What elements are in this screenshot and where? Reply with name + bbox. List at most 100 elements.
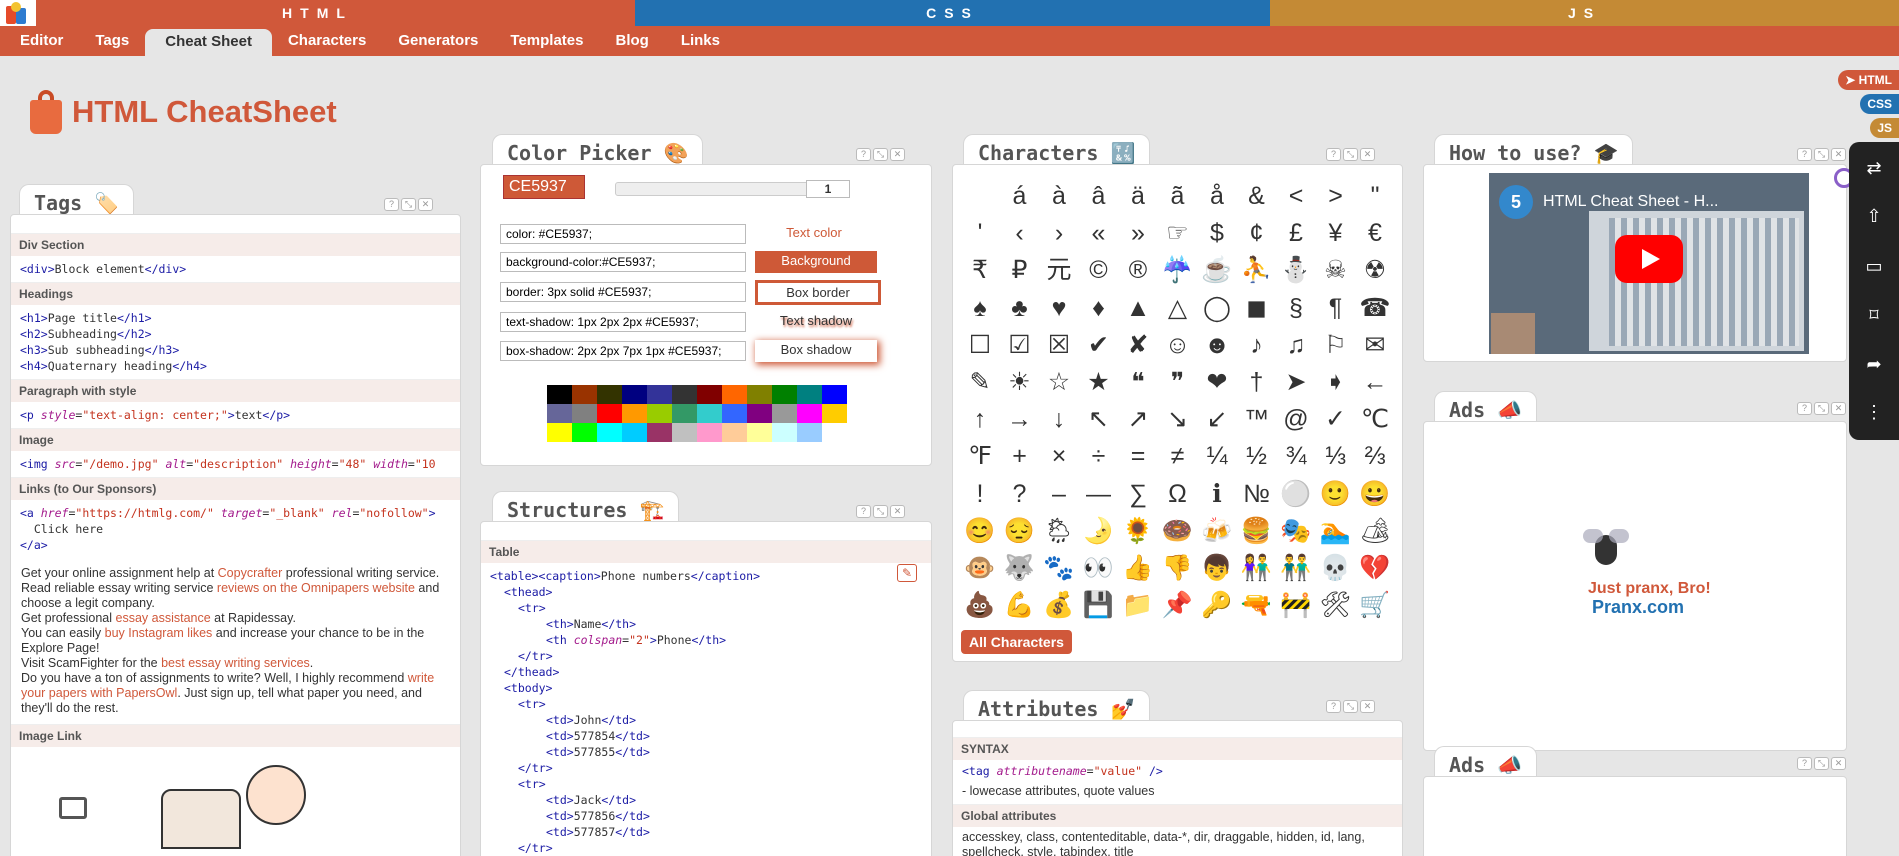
character-cell[interactable]: ℹ: [1197, 476, 1237, 512]
character-cell[interactable]: →: [1000, 401, 1040, 437]
color-swatch[interactable]: [697, 404, 722, 423]
expand-icon[interactable]: ⤡: [1814, 148, 1829, 161]
character-cell[interactable]: 🐾: [1039, 550, 1079, 586]
character-cell[interactable]: ✔: [1079, 327, 1119, 363]
color-swatch[interactable]: [647, 423, 672, 442]
character-cell[interactable]: ✘: [1118, 327, 1158, 363]
character-cell[interactable]: ≠: [1158, 438, 1198, 474]
nav-tags[interactable]: Tags: [79, 26, 145, 56]
character-cell[interactable]: ✓: [1316, 401, 1356, 437]
color-swatch[interactable]: [722, 404, 747, 423]
code-block-paragraph[interactable]: <p style="text-align: center;">text</p>: [11, 402, 460, 428]
close-icon[interactable]: ✕: [890, 148, 905, 161]
character-cell[interactable]: ": [1355, 178, 1395, 214]
color-swatch[interactable]: [772, 385, 797, 404]
character-cell[interactable]: ◼: [1237, 290, 1277, 326]
character-cell[interactable]: ←: [1355, 364, 1395, 400]
character-cell[interactable]: ?: [1000, 476, 1040, 512]
color-swatch[interactable]: [747, 385, 772, 404]
character-cell[interactable]: å: [1197, 178, 1237, 214]
color-swatch[interactable]: [672, 385, 697, 404]
character-cell[interactable]: ₹: [960, 252, 1000, 288]
character-cell[interactable]: ↑: [960, 401, 1000, 437]
character-cell[interactable]: 🎭: [1276, 513, 1316, 549]
upload-icon[interactable]: ⇧: [1864, 206, 1884, 226]
expand-icon[interactable]: ⤡: [1814, 757, 1829, 770]
character-cell[interactable]: !: [960, 476, 1000, 512]
color-swatch[interactable]: [772, 404, 797, 423]
character-cell[interactable]: 🛒: [1355, 587, 1395, 623]
expand-icon[interactable]: ⤡: [1343, 148, 1358, 161]
character-cell[interactable]: ⛄: [1276, 252, 1316, 288]
text-shadow-button[interactable]: Text shadow: [755, 311, 877, 333]
character-cell[interactable]: ↙: [1197, 401, 1237, 437]
color-swatch[interactable]: [822, 385, 847, 404]
youtube-video[interactable]: 5 HTML Cheat Sheet - H...: [1489, 173, 1809, 354]
character-cell[interactable]: 🔑: [1197, 587, 1237, 623]
character-cell[interactable]: á: [1000, 178, 1040, 214]
character-cell[interactable]: 👎: [1158, 550, 1198, 586]
code-block-div[interactable]: <div>Block element</div>: [11, 256, 460, 282]
border-code-input[interactable]: [500, 282, 746, 302]
character-cell[interactable]: №: [1237, 476, 1277, 512]
close-icon[interactable]: ✕: [1360, 148, 1375, 161]
character-cell[interactable]: ☆: [1039, 364, 1079, 400]
character-cell[interactable]: ♦: [1079, 290, 1119, 326]
color-swatch[interactable]: [622, 423, 647, 442]
character-cell[interactable]: ⛹: [1237, 252, 1277, 288]
attribute-syntax-code[interactable]: <tag attributename="value" />: [953, 760, 1402, 782]
character-cell[interactable]: ❝: [1118, 364, 1158, 400]
character-cell[interactable]: 📁: [1118, 587, 1158, 623]
fly-icon[interactable]: [1581, 525, 1631, 575]
character-cell[interactable]: ☔: [1158, 252, 1198, 288]
character-cell[interactable]: <: [1276, 178, 1316, 214]
js-section-link[interactable]: JS: [1270, 0, 1899, 26]
color-swatch[interactable]: [572, 404, 597, 423]
character-cell[interactable]: 🌻: [1118, 513, 1158, 549]
character-cell[interactable]: £: [1276, 215, 1316, 251]
character-cell[interactable]: ℉: [960, 438, 1000, 474]
css-tag-button[interactable]: CSS: [1860, 94, 1899, 114]
hex-color-field[interactable]: CE5937: [503, 175, 585, 199]
nav-generators[interactable]: Generators: [382, 26, 494, 56]
character-cell[interactable]: ¶: [1316, 290, 1356, 326]
character-cell[interactable]: 😊: [960, 513, 1000, 549]
sponsor-link[interactable]: best essay writing services: [161, 656, 310, 670]
color-swatch[interactable]: [822, 404, 847, 423]
html-tag-button[interactable]: ➤ HTML: [1838, 70, 1899, 90]
close-icon[interactable]: ✕: [1831, 757, 1846, 770]
character-cell[interactable]: —: [1079, 476, 1119, 512]
table-code-block[interactable]: <table><caption>Phone numbers</caption> <…: [481, 563, 931, 856]
character-cell[interactable]: 元: [1039, 252, 1079, 288]
css-section-link[interactable]: CSS: [635, 0, 1270, 26]
character-cell[interactable]: ⅓: [1316, 438, 1356, 474]
character-cell[interactable]: ↗: [1118, 401, 1158, 437]
character-cell[interactable]: †: [1237, 364, 1277, 400]
character-cell[interactable]: ¢: [1237, 215, 1277, 251]
sponsor-link[interactable]: reviews on the Omnipapers website: [217, 581, 415, 595]
help-icon[interactable]: ?: [1797, 402, 1812, 415]
character-cell[interactable]: 🔫: [1237, 587, 1277, 623]
color-swatch[interactable]: [797, 385, 822, 404]
character-cell[interactable]: ‹: [1000, 215, 1040, 251]
link-icon[interactable]: ⇄: [1864, 158, 1884, 178]
character-cell[interactable]: »: [1118, 215, 1158, 251]
character-cell[interactable]: 💰: [1039, 587, 1079, 623]
character-cell[interactable]: 🛠: [1316, 587, 1356, 623]
help-icon[interactable]: ?: [384, 198, 399, 211]
color-swatch[interactable]: [647, 385, 672, 404]
character-cell[interactable]: ': [960, 215, 1000, 251]
character-cell[interactable]: 😔: [1000, 513, 1040, 549]
character-cell[interactable]: >: [1316, 178, 1356, 214]
character-cell[interactable]: ™: [1237, 401, 1277, 437]
color-swatch[interactable]: [747, 404, 772, 423]
expand-icon[interactable]: ⤡: [1343, 700, 1358, 713]
character-cell[interactable]: ❞: [1158, 364, 1198, 400]
color-swatch[interactable]: [722, 423, 747, 442]
help-icon[interactable]: ?: [1326, 700, 1341, 713]
character-cell[interactable]: ◯: [1197, 290, 1237, 326]
character-cell[interactable]: ›: [1039, 215, 1079, 251]
box-shadow-button[interactable]: Box shadow: [755, 340, 877, 362]
code-block-headings[interactable]: <h1>Page title</h1> <h2>Subheading</h2> <h…: [11, 305, 460, 379]
character-cell[interactable]: §: [1276, 290, 1316, 326]
